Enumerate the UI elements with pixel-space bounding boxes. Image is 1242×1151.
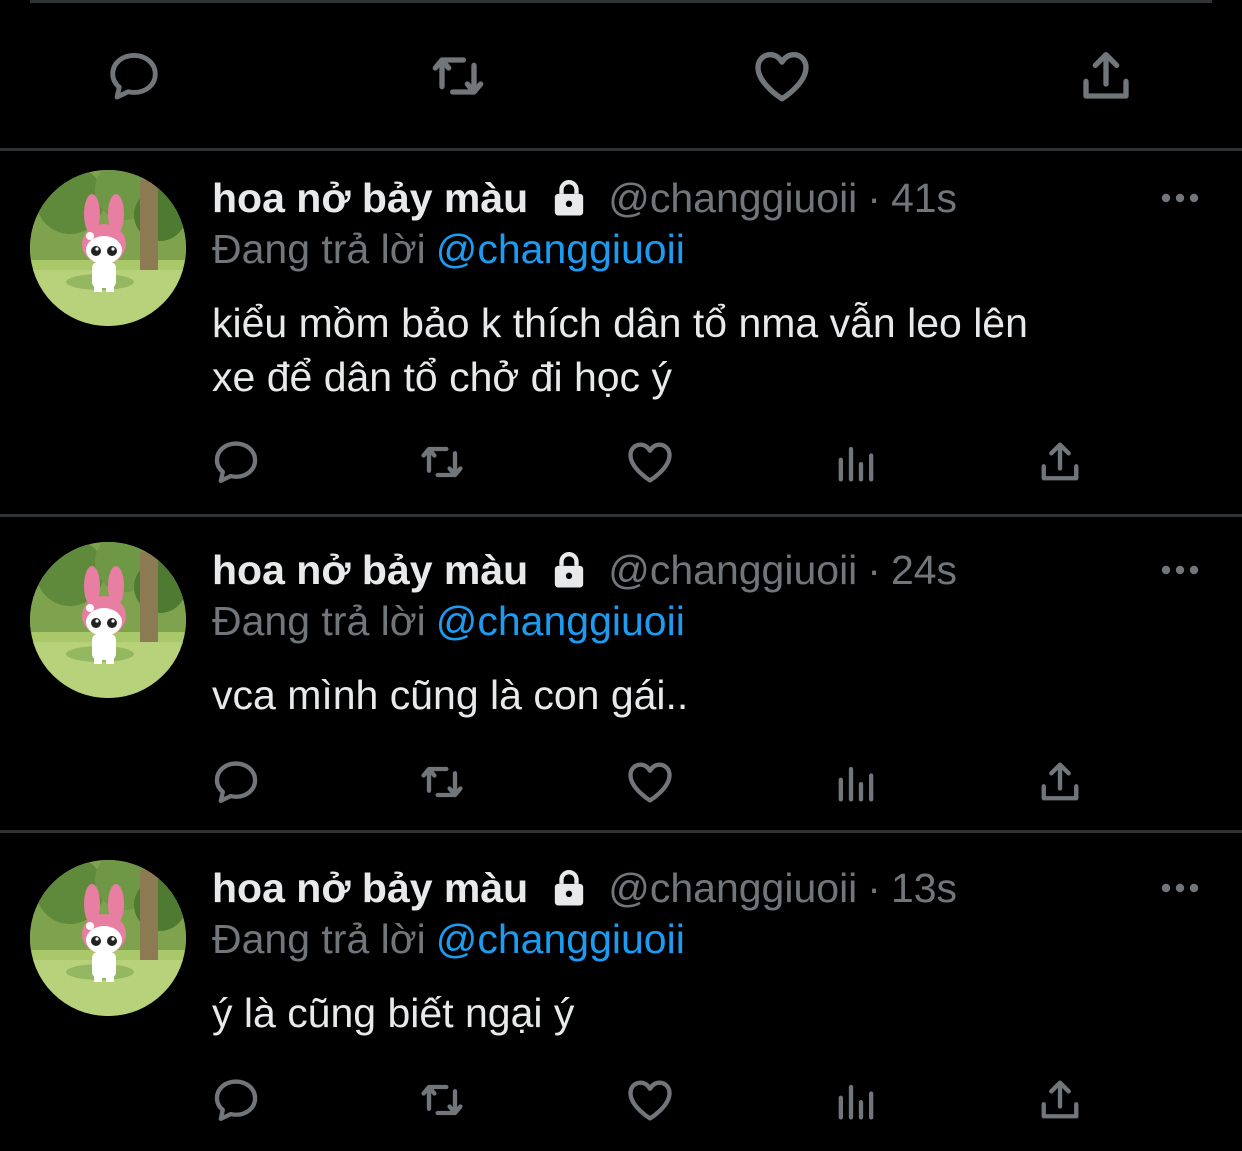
like-button[interactable]	[746, 40, 818, 112]
like-button[interactable]	[620, 1070, 680, 1130]
share-icon	[1041, 762, 1079, 801]
tweet-header: hoa nở bảy màu @changgiuoii · 13s	[212, 860, 957, 916]
share-button[interactable]	[1030, 1070, 1090, 1130]
retweet-button[interactable]	[422, 40, 494, 112]
like-icon	[755, 52, 809, 102]
like-icon	[628, 442, 672, 483]
separator-dot: ·	[867, 174, 881, 221]
top-divider	[30, 0, 1212, 3]
username[interactable]: @changgiuoii	[608, 865, 857, 912]
share-icon	[1041, 1080, 1079, 1119]
share-icon	[1083, 52, 1129, 99]
separator-dot: ·	[867, 864, 881, 911]
more-icon	[1161, 883, 1199, 893]
tweet-header: hoa nở bảy màu @changgiuoii · 41s	[212, 170, 957, 226]
username[interactable]: @changgiuoii	[608, 547, 857, 594]
retweet-button[interactable]	[412, 752, 472, 812]
analytics-button[interactable]	[826, 432, 886, 492]
more-options-button[interactable]	[1158, 180, 1202, 216]
avatar[interactable]	[30, 170, 186, 326]
replying-to-handle[interactable]: @changgiuoii	[436, 916, 685, 962]
retweet-button[interactable]	[412, 1070, 472, 1130]
analytics-icon	[838, 446, 874, 482]
separator-dot: ·	[867, 546, 881, 593]
tweet-text-line: vca mình cũng là con gái..	[212, 672, 689, 718]
reply-button[interactable]	[98, 40, 170, 112]
replying-to-handle[interactable]: @changgiuoii	[436, 226, 685, 272]
replying-to-label: Đang trả lời	[212, 226, 426, 272]
avatar-illustration	[30, 542, 186, 698]
lock-icon	[548, 550, 590, 590]
timestamp[interactable]: 13s	[891, 865, 957, 912]
tweet-text-line: xe để dân tổ chở đi học ý	[212, 354, 672, 400]
reply-button[interactable]	[206, 432, 266, 492]
share-button[interactable]	[1070, 40, 1142, 112]
replying-to: Đang trả lời @changgiuoii	[212, 598, 685, 645]
avatar[interactable]	[30, 542, 186, 698]
tweet[interactable]: hoa nở bảy màu @changgiuoii · 41s Đang t…	[0, 170, 1242, 515]
lock-icon	[548, 868, 590, 908]
tweet-text: vca mình cũng là con gái..	[212, 668, 1212, 722]
replying-to-label: Đang trả lời	[212, 916, 426, 962]
more-icon	[1161, 565, 1199, 575]
share-button[interactable]	[1030, 752, 1090, 812]
reply-icon	[214, 441, 258, 484]
analytics-icon	[838, 766, 874, 802]
avatar-illustration	[30, 860, 186, 1016]
tweet-text: ý là cũng biết ngại ý	[212, 986, 1212, 1040]
display-name[interactable]: hoa nở bảy màu	[212, 865, 528, 912]
avatar-illustration	[30, 170, 186, 326]
lock-icon	[548, 178, 590, 218]
share-button[interactable]	[1030, 432, 1090, 492]
tweet-text-line: kiểu mồm bảo k thích dân tổ nma vẫn leo …	[212, 300, 1028, 346]
display-name[interactable]: hoa nở bảy màu	[212, 547, 528, 594]
username[interactable]: @changgiuoii	[608, 175, 857, 222]
reply-icon	[214, 1079, 258, 1122]
more-icon	[1161, 193, 1199, 203]
replying-to: Đang trả lời @changgiuoii	[212, 226, 685, 273]
divider	[0, 148, 1242, 151]
more-options-button[interactable]	[1158, 552, 1202, 588]
tweet-text: kiểu mồm bảo k thích dân tổ nma vẫn leo …	[212, 296, 1212, 404]
divider	[0, 830, 1242, 833]
divider	[0, 514, 1242, 517]
share-icon	[1041, 442, 1079, 481]
replying-to-label: Đang trả lời	[212, 598, 426, 644]
replying-to: Đang trả lời @changgiuoii	[212, 916, 685, 963]
analytics-icon	[838, 1084, 874, 1120]
timestamp[interactable]: 41s	[891, 175, 957, 222]
reply-button[interactable]	[206, 1070, 266, 1130]
retweet-button[interactable]	[412, 432, 472, 492]
tweet[interactable]: hoa nở bảy màu @changgiuoii · 13s Đang t…	[0, 860, 1242, 1150]
retweet-icon	[432, 57, 484, 95]
like-icon	[628, 1080, 672, 1121]
reply-icon	[110, 53, 158, 100]
more-options-button[interactable]	[1158, 870, 1202, 906]
analytics-button[interactable]	[826, 1070, 886, 1130]
tweet[interactable]: hoa nở bảy màu @changgiuoii · 24s Đang t…	[0, 542, 1242, 830]
retweet-icon	[421, 446, 463, 478]
retweet-icon	[421, 766, 463, 798]
like-icon	[628, 762, 672, 803]
avatar[interactable]	[30, 860, 186, 1016]
analytics-button[interactable]	[826, 752, 886, 812]
retweet-icon	[421, 1084, 463, 1116]
reply-icon	[214, 761, 258, 804]
tweet-text-line: ý là cũng biết ngại ý	[212, 990, 575, 1036]
display-name[interactable]: hoa nở bảy màu	[212, 175, 528, 222]
tweet-header: hoa nở bảy màu @changgiuoii · 24s	[212, 542, 957, 598]
previous-tweet-actions	[0, 40, 1242, 120]
timestamp[interactable]: 24s	[891, 547, 957, 594]
like-button[interactable]	[620, 752, 680, 812]
like-button[interactable]	[620, 432, 680, 492]
replying-to-handle[interactable]: @changgiuoii	[436, 598, 685, 644]
reply-button[interactable]	[206, 752, 266, 812]
